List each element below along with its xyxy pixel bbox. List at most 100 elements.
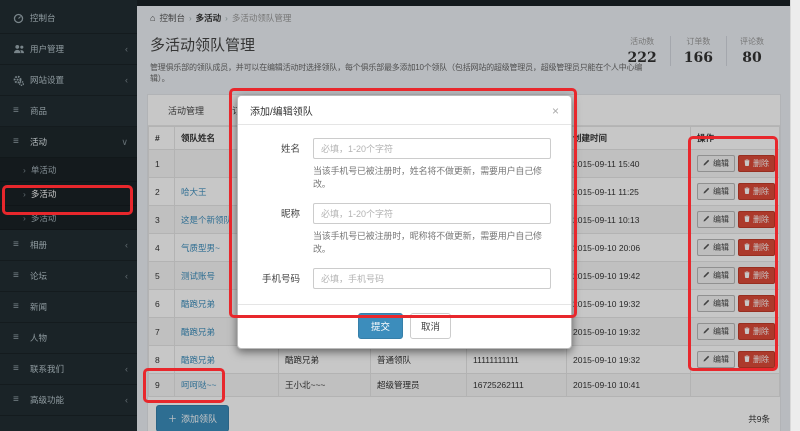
pencil-icon <box>703 299 710 308</box>
cell-created-time: 2015-09-10 20:06 <box>566 233 691 262</box>
sidebar-submenu-activity: › 单活动 › 多活动 › 多活动 <box>0 158 137 230</box>
menu-icon: ≡ <box>13 136 19 147</box>
stat-label: 活动数 <box>630 37 655 46</box>
pencil-icon <box>703 243 710 252</box>
sidebar-item-activity[interactable]: ≡ 活动 ∨ <box>0 127 137 158</box>
edit-button[interactable]: 编辑 <box>697 323 735 340</box>
edit-button[interactable]: 编辑 <box>697 155 735 172</box>
add-leader-button[interactable]: ＋ 添加领队 <box>156 405 230 431</box>
angle-right-icon: › <box>23 188 26 199</box>
leader-name-link[interactable]: 酷跑兄弟 <box>181 355 215 365</box>
sidebar: 控制台 用户管理 ‹ 网站设置 ‹ ≡ 商品 ≡ 活动 ∨ › 单活动 › 多活动 › 多活动 ≡ 相册 ‹ ≡ 论坛 ‹… <box>0 0 137 431</box>
close-icon[interactable]: × <box>552 105 559 117</box>
breadcrumb-item[interactable]: 多活动 <box>196 12 222 24</box>
sidebar-item-label: 商品 <box>30 106 48 116</box>
sidebar-item-user-management[interactable]: 用户管理 ‹ <box>0 34 137 65</box>
cell-index: 8 <box>148 345 175 374</box>
leader-name-link[interactable]: 哈大王 <box>181 187 207 197</box>
chevron-icon: ‹ <box>125 395 128 405</box>
delete-button[interactable]: 删除 <box>738 267 775 284</box>
breadcrumb-separator: › <box>225 13 228 23</box>
menu-icon: ≡ <box>13 363 19 374</box>
cell-actions: 编辑 删除 <box>690 317 780 346</box>
breadcrumb-item[interactable]: 控制台 <box>159 12 185 24</box>
cell-index: 1 <box>148 149 175 178</box>
sidebar-item-advanced[interactable]: ≡ 高级功能 ‹ <box>0 385 137 416</box>
delete-button[interactable]: 删除 <box>738 155 775 172</box>
cell-index: 6 <box>148 289 175 318</box>
scrollbar[interactable] <box>790 0 800 431</box>
sidebar-item-label: 新闻 <box>30 302 48 312</box>
sidebar-item-single-activity[interactable]: › 单活动 <box>0 158 137 182</box>
name-input[interactable] <box>313 138 551 159</box>
delete-button[interactable]: 删除 <box>738 323 775 340</box>
delete-button[interactable]: 删除 <box>738 211 775 228</box>
cell-actions: 编辑 删除 <box>690 289 780 318</box>
pencil-icon <box>703 271 710 280</box>
sidebar-item-multi-activity-2[interactable]: › 多活动 <box>0 206 137 230</box>
sidebar-item-album[interactable]: ≡ 相册 ‹ <box>0 230 137 261</box>
trash-icon <box>744 159 750 168</box>
edit-button[interactable]: 编辑 <box>697 351 735 368</box>
trash-icon <box>744 271 750 280</box>
page-description: 管理俱乐部的领队成员，并可以在编辑活动时选择领队，每个俱乐部最多添加10个领队（… <box>150 63 643 83</box>
users-icon <box>13 44 30 54</box>
modal-header: 添加/编辑领队 × <box>238 96 571 125</box>
pencil-icon <box>703 355 710 364</box>
modal-footer: 提交 取消 <box>238 304 571 348</box>
sidebar-subitem-label: 多活动 <box>30 212 57 223</box>
delete-button[interactable]: 删除 <box>738 183 775 200</box>
cell-index: 3 <box>148 205 175 234</box>
leader-name-link[interactable]: 酷跑兄弟 <box>181 327 215 337</box>
submit-button[interactable]: 提交 <box>357 313 403 339</box>
sidebar-item-label: 相册 <box>30 240 48 250</box>
edit-button[interactable]: 编辑 <box>697 295 735 312</box>
menu-icon: ≡ <box>13 270 19 281</box>
edit-button[interactable]: 编辑 <box>697 267 735 284</box>
chevron-icon: ‹ <box>125 75 128 85</box>
sidebar-item-people[interactable]: ≡ 人物 <box>0 323 137 354</box>
tab-activity-management[interactable]: 活动管理 <box>154 95 218 125</box>
column-header: 操作 <box>690 126 780 150</box>
cell-index: 9 <box>148 373 175 397</box>
total-count: 共9条 <box>748 413 770 424</box>
form-row-name: 姓名当该手机号已被注册时，姓名将不做更新，需要用户自己修改。 <box>252 138 551 190</box>
stats-panel: 活动数 222 订单数 166 评论数 80 <box>615 36 777 66</box>
add-edit-leader-modal: 添加/编辑领队 × 姓名当该手机号已被注册时，姓名将不做更新，需要用户自己修改。… <box>237 95 572 349</box>
cell-created-time: 2015-09-10 19:32 <box>566 317 691 346</box>
edit-button[interactable]: 编辑 <box>697 239 735 256</box>
sidebar-item-goods[interactable]: ≡ 商品 <box>0 96 137 127</box>
modal-title: 添加/编辑领队 <box>250 107 313 118</box>
sidebar-item-label: 活动 <box>30 137 48 147</box>
sidebar-item-multi-activity[interactable]: › 多活动 <box>0 182 137 206</box>
cell-phone: 11111111111 <box>466 345 567 374</box>
leader-name-link[interactable]: 呵呵哒~~ <box>181 380 216 390</box>
sidebar-item-contact-us[interactable]: ≡ 联系我们 ‹ <box>0 354 137 385</box>
sidebar-item-forum[interactable]: ≡ 论坛 ‹ <box>0 261 137 292</box>
leader-name-link[interactable]: 酷跑兄弟 <box>181 299 215 309</box>
sidebar-item-site-settings[interactable]: 网站设置 ‹ <box>0 65 137 96</box>
delete-button[interactable]: 删除 <box>738 295 775 312</box>
field-help-text: 当该手机号已被注册时，昵称将不做更新，需要用户自己修改。 <box>313 231 542 254</box>
nickname-input[interactable] <box>313 203 551 224</box>
leader-name-link[interactable]: 测试账号 <box>181 271 215 281</box>
phone-input[interactable] <box>313 268 551 289</box>
edit-button[interactable]: 编辑 <box>697 183 735 200</box>
table-row: 8 酷跑兄弟 酷跑兄弟 普通领队 11111111111 2015-09-10 19:32… <box>148 345 780 374</box>
cancel-button[interactable]: 取消 <box>410 313 452 339</box>
delete-button[interactable]: 删除 <box>738 239 775 256</box>
chevron-icon: ‹ <box>125 271 128 281</box>
delete-button[interactable]: 删除 <box>738 351 775 368</box>
angle-right-icon: › <box>23 212 26 223</box>
stat-value: 222 <box>627 50 657 66</box>
sidebar-item-dashboard[interactable]: 控制台 <box>0 3 137 34</box>
sidebar-item-news[interactable]: ≡ 新闻 <box>0 292 137 323</box>
breadcrumb-item: 多活动领队管理 <box>231 13 292 23</box>
leader-name-link[interactable]: 气质型男~ <box>181 243 220 253</box>
cell-phone: 16725262111 <box>466 373 567 397</box>
leader-name-link[interactable]: 这是个新领队 <box>181 215 232 225</box>
stat-label: 订单数 <box>686 37 711 46</box>
cell-created-time: 2015-09-10 19:32 <box>566 345 691 374</box>
edit-button[interactable]: 编辑 <box>697 211 735 228</box>
cell-leader-name: 酷跑兄弟 <box>174 345 279 374</box>
